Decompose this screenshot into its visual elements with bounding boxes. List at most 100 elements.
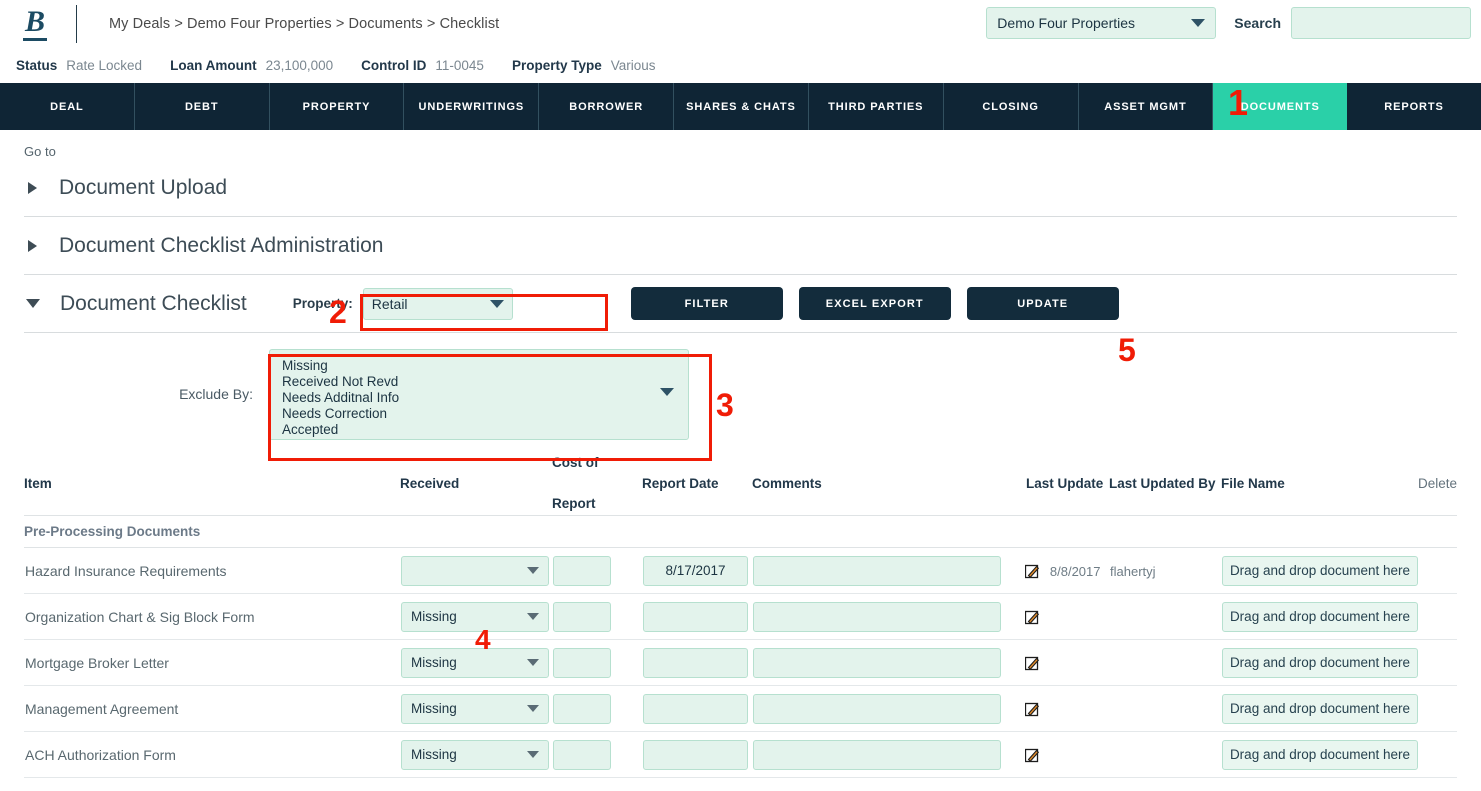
nav-item-debt[interactable]: DEBT xyxy=(135,83,270,130)
last-updated-by-value: flahertyj xyxy=(1110,563,1156,579)
status-value-status: Rate Locked xyxy=(66,57,143,73)
section-document-upload-title: Document Upload xyxy=(59,175,228,199)
row-report-date-cell xyxy=(642,685,752,732)
section-document-checklist-title: Document Checklist xyxy=(60,291,247,315)
annotation-3: 3 xyxy=(716,387,734,423)
nav-item-underwritings[interactable]: UNDERWRITINGS xyxy=(404,83,540,130)
report-date-input[interactable]: 8/17/2017 xyxy=(643,555,748,586)
edit-pencil-icon[interactable] xyxy=(1024,702,1040,717)
table-row: Management Agreement Missing Drag and dr… xyxy=(24,685,1457,732)
row-file-name-cell: Drag and drop document here xyxy=(1221,547,1418,594)
exclude-by-option-missing[interactable]: Missing xyxy=(282,358,676,374)
breadcrumb[interactable]: My Deals > Demo Four Properties > Docume… xyxy=(109,16,499,32)
status-value-loan-amount: 23,100,000 xyxy=(265,57,334,73)
edit-pencil-icon[interactable] xyxy=(1024,748,1040,763)
excel-export-button[interactable]: EXCEL EXPORT xyxy=(798,287,951,320)
row-cost-cell xyxy=(552,639,642,686)
row-report-date-cell xyxy=(642,639,752,686)
row-received-cell xyxy=(400,547,552,594)
chevron-down-icon xyxy=(660,387,674,396)
row-comments-cell xyxy=(752,593,1024,640)
report-date-input[interactable] xyxy=(643,739,748,770)
nav-item-property[interactable]: PROPERTY xyxy=(270,83,405,130)
exclude-by-option-needs-additnal-info[interactable]: Needs Additnal Info xyxy=(282,390,676,406)
report-date-input[interactable] xyxy=(643,647,748,678)
goto-label: Go to xyxy=(24,144,56,159)
deal-selector[interactable]: Demo Four Properties xyxy=(986,7,1217,39)
section-document-checklist-administration[interactable]: Document Checklist Administration xyxy=(24,217,1457,275)
document-checklist-table: Item Received Cost of Report Report Date… xyxy=(24,455,1457,778)
cost-input[interactable] xyxy=(553,739,611,770)
column-header-cost-line1: Cost of xyxy=(552,455,599,470)
received-select[interactable]: Missing xyxy=(401,739,549,770)
chevron-down-icon xyxy=(527,751,539,758)
exclude-by-option-accepted[interactable]: Accepted xyxy=(282,422,676,438)
comments-input[interactable] xyxy=(753,739,1001,770)
property-filter-select[interactable]: Retail xyxy=(362,287,513,320)
row-report-date-cell xyxy=(642,593,752,640)
nav-item-borrower[interactable]: BORROWER xyxy=(539,83,675,130)
column-header-cost-line2: Report xyxy=(552,496,596,511)
row-cost-cell xyxy=(552,731,642,778)
cost-input[interactable] xyxy=(553,601,611,632)
exclude-by-row: Exclude By: Missing Received Not Revd Ne… xyxy=(24,333,1457,455)
chevron-right-icon xyxy=(28,239,37,252)
exclude-by-listbox[interactable]: Missing Received Not Revd Needs Additnal… xyxy=(269,348,689,440)
update-button[interactable]: UPDATE xyxy=(966,287,1119,320)
search-input[interactable] xyxy=(1291,7,1471,39)
row-last-update-cell xyxy=(1024,639,1109,686)
status-key-property-type: Property Type xyxy=(511,57,602,73)
column-header-file-name: File Name xyxy=(1221,475,1285,491)
comments-input[interactable] xyxy=(753,693,1001,724)
cost-input[interactable] xyxy=(553,647,611,678)
nav-item-reports[interactable]: REPORTS xyxy=(1347,83,1481,130)
exclude-by-option-needs-correction[interactable]: Needs Correction xyxy=(282,406,676,422)
cost-input[interactable] xyxy=(553,555,611,586)
drag-drop-zone[interactable]: Drag and drop document here xyxy=(1222,601,1418,632)
report-date-input[interactable] xyxy=(643,601,748,632)
status-key-control-id: Control ID xyxy=(361,57,427,73)
received-select[interactable] xyxy=(401,555,549,586)
logo-divider xyxy=(76,4,77,43)
chevron-down-icon xyxy=(26,299,40,308)
nav-item-shares-chats[interactable]: SHARES & CHATS xyxy=(674,83,809,130)
table-row: Hazard Insurance Requirements 8/17/2017 xyxy=(24,547,1457,594)
row-comments-cell xyxy=(752,639,1024,686)
drag-drop-zone[interactable]: Drag and drop document here xyxy=(1222,693,1418,724)
row-last-updated-by-cell xyxy=(1109,685,1221,732)
exclude-by-option-received-not-revd[interactable]: Received Not Revd xyxy=(282,374,676,390)
chevron-down-icon xyxy=(527,613,539,620)
row-report-date-cell xyxy=(642,731,752,778)
received-select[interactable]: Missing xyxy=(401,693,549,724)
edit-pencil-icon[interactable] xyxy=(1024,564,1040,579)
comments-input[interactable] xyxy=(753,647,1001,678)
section-document-checklist[interactable]: Document Checklist Property: Retail FILT… xyxy=(24,275,1457,333)
nav-item-third-parties[interactable]: THIRD PARTIES xyxy=(809,83,944,130)
deal-selector-value: Demo Four Properties xyxy=(997,15,1136,31)
section-document-checklist-administration-title: Document Checklist Administration xyxy=(59,233,384,257)
column-header-delete: Delete xyxy=(1417,475,1457,491)
row-last-updated-by-cell xyxy=(1109,593,1221,640)
filter-button[interactable]: FILTER xyxy=(630,287,783,320)
row-last-updated-by-cell xyxy=(1109,731,1221,778)
search-label: Search xyxy=(1234,15,1281,31)
drag-drop-zone[interactable]: Drag and drop document here xyxy=(1222,647,1418,678)
drag-drop-zone[interactable]: Drag and drop document here xyxy=(1222,555,1418,586)
row-comments-cell xyxy=(752,685,1024,732)
chevron-down-icon xyxy=(527,567,539,574)
table-section-row: Pre-Processing Documents xyxy=(24,515,1457,548)
report-date-input[interactable] xyxy=(643,693,748,724)
nav-item-deal[interactable]: DEAL xyxy=(0,83,135,130)
table-row: Organization Chart & Sig Block Form Miss… xyxy=(24,593,1457,640)
nav-item-asset-mgmt[interactable]: ASSET MGMT xyxy=(1079,83,1214,130)
comments-input[interactable] xyxy=(753,555,1001,586)
cost-input[interactable] xyxy=(553,693,611,724)
column-header-last-update: Last Update xyxy=(1026,475,1104,491)
edit-pencil-icon[interactable] xyxy=(1024,656,1040,671)
comments-input[interactable] xyxy=(753,601,1001,632)
app-logo[interactable]: B xyxy=(0,6,70,41)
nav-item-closing[interactable]: CLOSING xyxy=(944,83,1079,130)
drag-drop-zone[interactable]: Drag and drop document here xyxy=(1222,739,1418,770)
edit-pencil-icon[interactable] xyxy=(1024,610,1040,625)
section-document-upload[interactable]: Document Upload xyxy=(24,159,1457,217)
